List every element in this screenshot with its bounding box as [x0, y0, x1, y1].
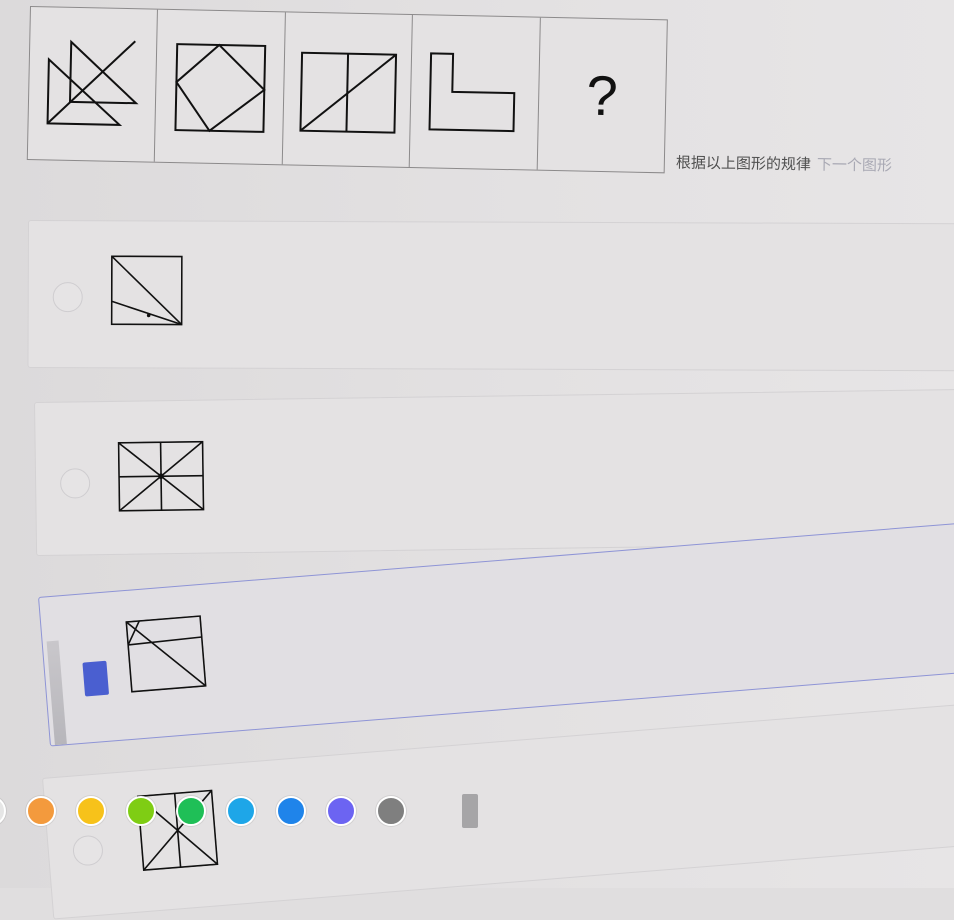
color-swatch-yellow[interactable]	[76, 796, 106, 826]
prompt-text-faded: 下一个图形	[816, 155, 893, 175]
color-swatch-lime[interactable]	[126, 796, 156, 826]
color-swatch-purple[interactable]	[326, 796, 356, 826]
annotation-color-palette	[0, 791, 478, 831]
color-swatch-orange[interactable]	[26, 796, 56, 826]
answer-option-a[interactable]	[27, 220, 954, 372]
option-a-figure	[110, 255, 183, 326]
option-c-figure	[125, 615, 207, 693]
option-d-radio[interactable]	[71, 834, 105, 867]
color-swatch-white[interactable]	[0, 796, 6, 826]
eraser-tool-icon[interactable]	[462, 794, 478, 828]
color-swatch-green[interactable]	[176, 796, 206, 826]
blurred-edge	[46, 640, 67, 746]
question-cell-3	[282, 12, 414, 167]
question-cell-1	[27, 7, 159, 162]
split-rectangle-figure	[299, 51, 398, 134]
option-a-radio[interactable]	[52, 282, 83, 313]
l-shape-figure	[428, 52, 516, 133]
overlapping-triangles-figure	[46, 39, 139, 126]
option-b-radio[interactable]	[59, 468, 91, 499]
color-swatch-blue[interactable]	[276, 796, 306, 826]
color-swatch-gray[interactable]	[376, 796, 406, 826]
square-diamond-figure	[174, 43, 266, 133]
prompt-text: 根据以上图形的规律	[675, 153, 812, 174]
option-c-selected-indicator[interactable]	[82, 660, 110, 697]
answer-option-c[interactable]	[38, 521, 954, 747]
color-swatch-sky-blue[interactable]	[226, 796, 256, 826]
question-figure-strip: ?	[26, 6, 668, 174]
question-prompt: 根据以上图形的规律 下一个图形	[676, 151, 892, 175]
question-cell-2	[155, 9, 286, 165]
question-mark: ?	[585, 63, 619, 127]
question-cell-4	[409, 15, 541, 170]
question-cell-5: ?	[537, 18, 667, 173]
answer-option-b[interactable]	[34, 388, 954, 556]
quiz-page: ? 根据以上图形的规律 下一个图形	[0, 0, 954, 920]
option-b-figure	[117, 440, 205, 512]
